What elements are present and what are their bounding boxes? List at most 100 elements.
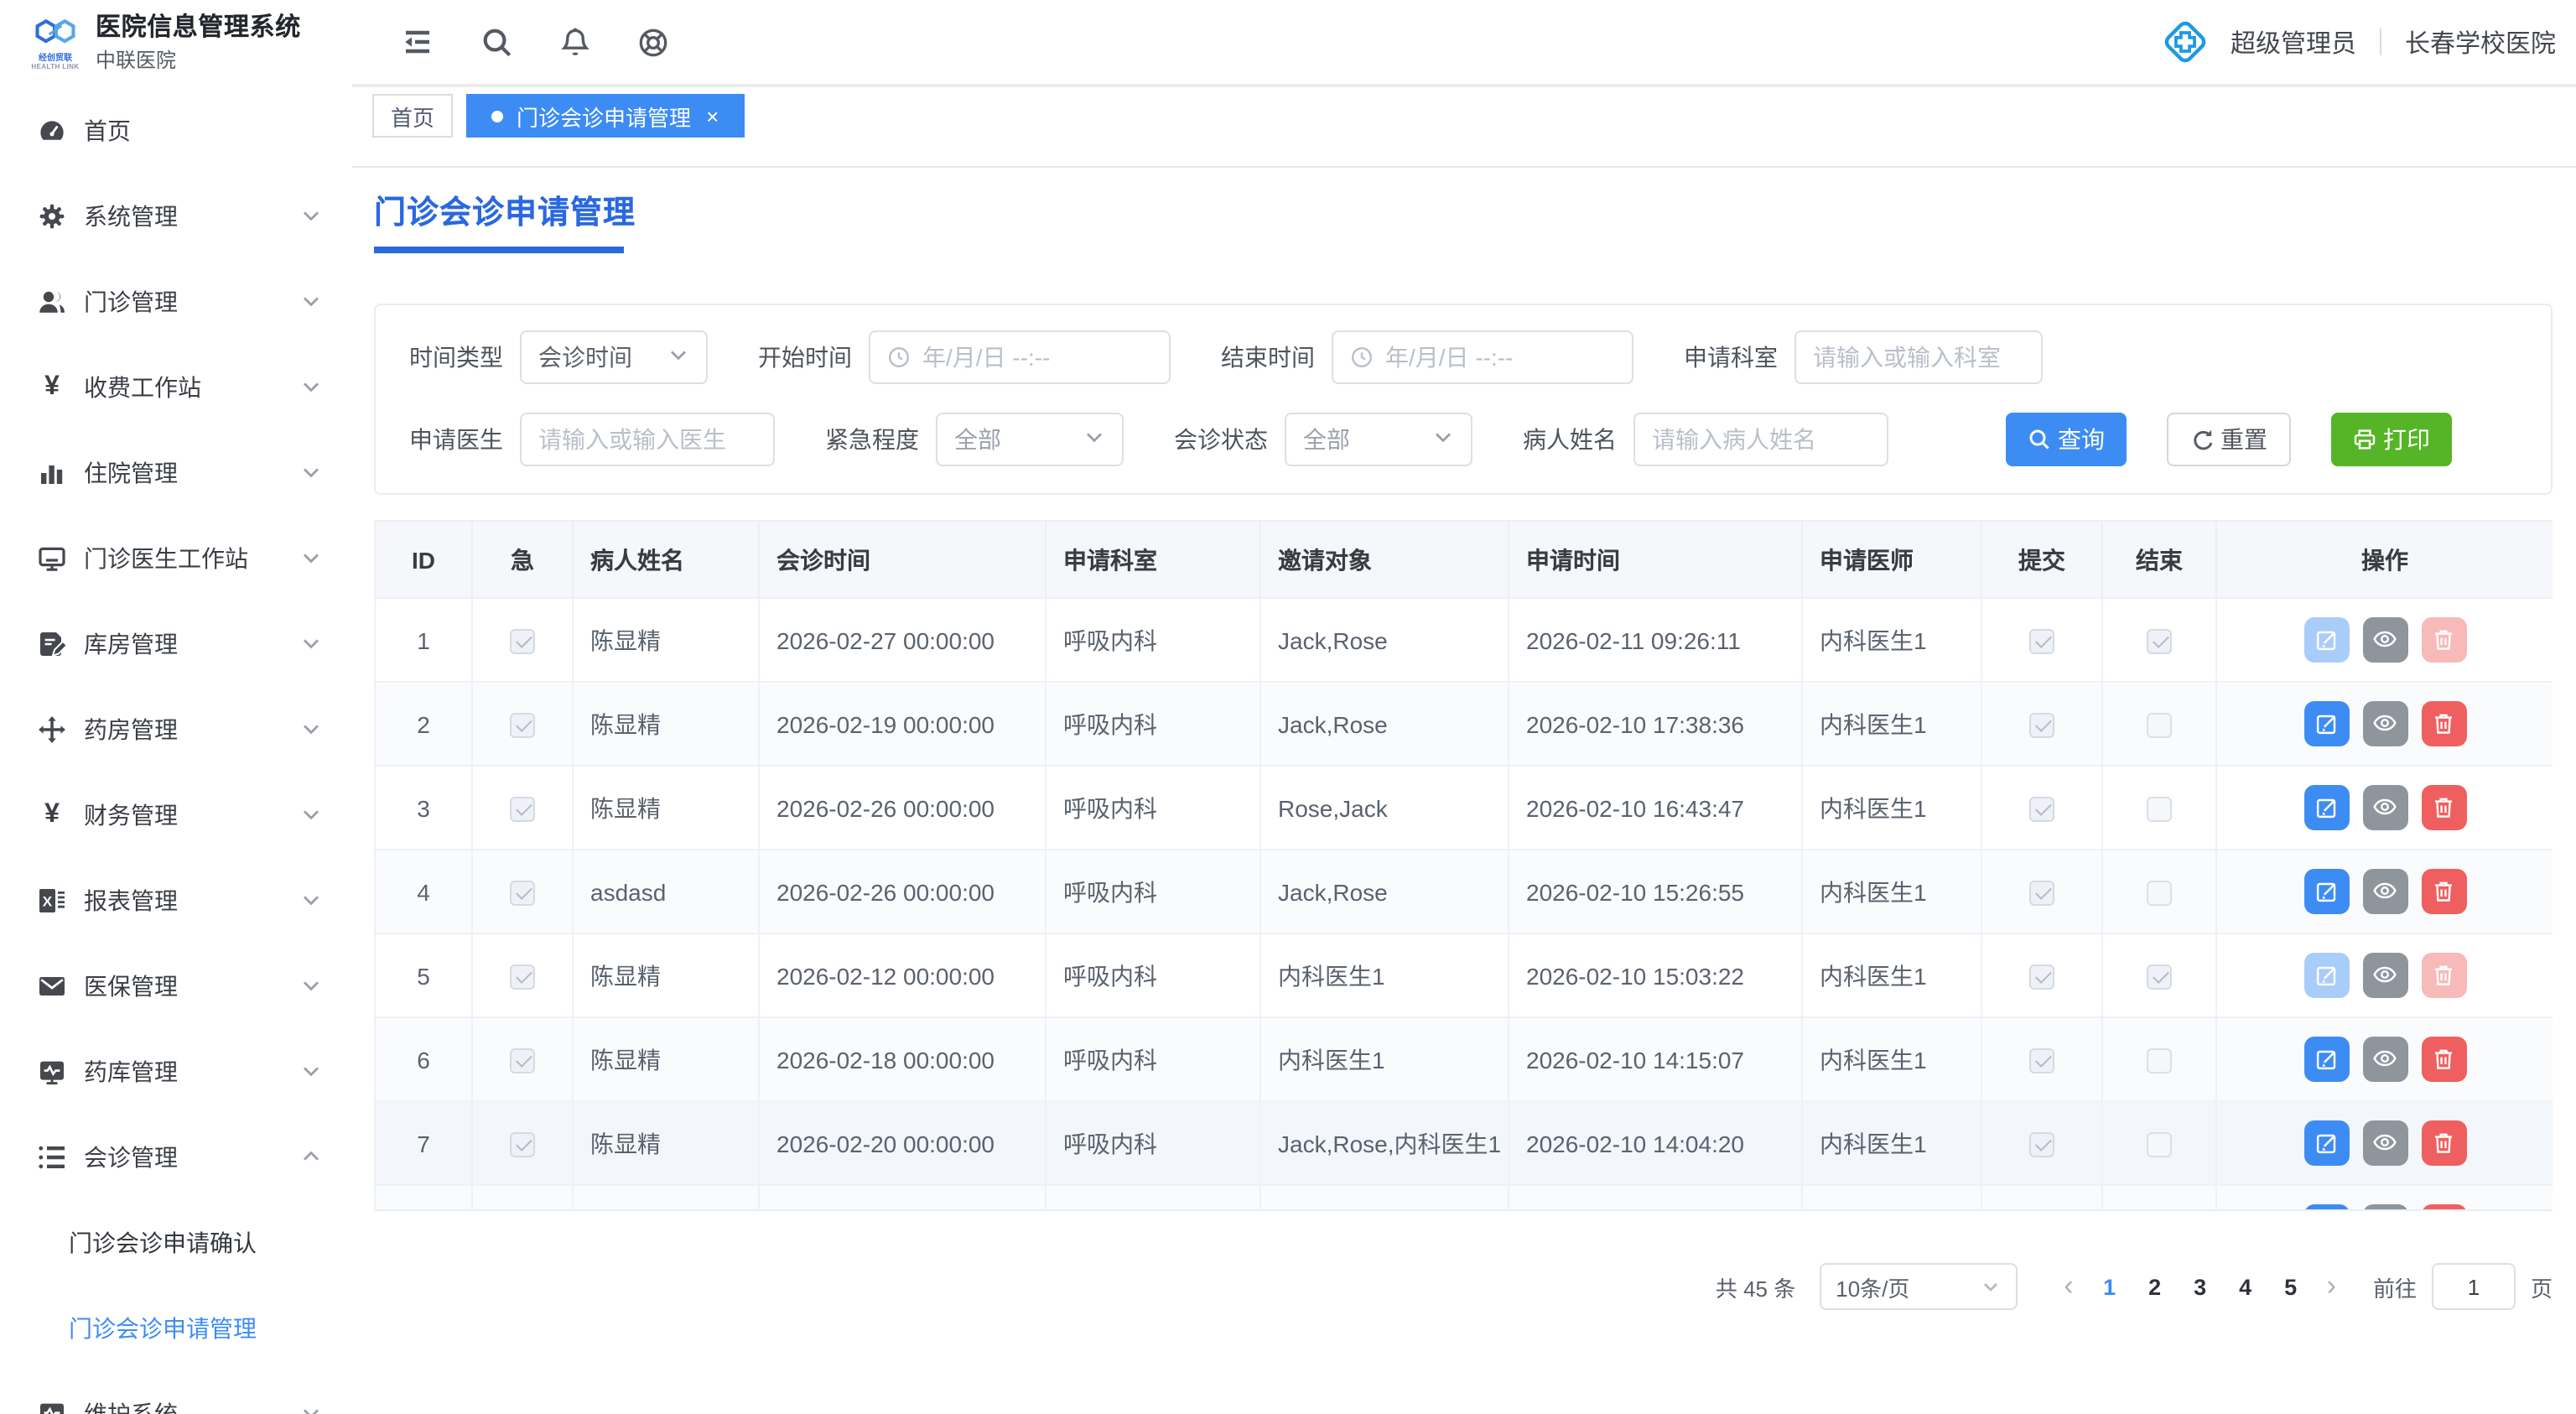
cell-patient-name: asdasd bbox=[573, 850, 759, 933]
search-icon[interactable] bbox=[480, 24, 515, 60]
ended-checkbox[interactable] bbox=[2147, 964, 2172, 990]
view-button[interactable] bbox=[2362, 1120, 2407, 1166]
ended-checkbox[interactable] bbox=[2147, 1048, 2172, 1073]
sidebar-item-outpatient-doctor-workstation[interactable]: 门诊医生工作站 bbox=[0, 515, 352, 600]
urgent-checkbox[interactable] bbox=[510, 629, 535, 654]
search-button[interactable]: 查询 bbox=[2006, 413, 2127, 466]
urgent-checkbox[interactable] bbox=[510, 797, 535, 822]
hospital-name[interactable]: 长春学校医院 bbox=[2405, 24, 2556, 60]
start-time-input[interactable]: 年/月/日 --:-- bbox=[869, 330, 1171, 384]
sidebar-subitem-outpatient-consultation-apply-manage[interactable]: 门诊会诊申请管理 bbox=[0, 1285, 352, 1370]
view-button[interactable] bbox=[2362, 701, 2407, 746]
tab-home[interactable]: 首页 bbox=[372, 94, 453, 138]
delete-button[interactable] bbox=[2421, 1121, 2466, 1167]
next-page-button[interactable]: › bbox=[2314, 1270, 2350, 1303]
sidebar-item-finance-management[interactable]: ¥财务管理 bbox=[0, 772, 352, 857]
sidebar-item-storehouse-management[interactable]: 库房管理 bbox=[0, 600, 352, 686]
goto-page-input[interactable]: 1 bbox=[2432, 1263, 2516, 1310]
cell-apply-dept: 呼吸内科 bbox=[1046, 766, 1260, 850]
bell-icon[interactable] bbox=[558, 24, 592, 60]
user-role[interactable]: 超级管理员 bbox=[2231, 24, 2356, 60]
delete-button[interactable] bbox=[2421, 618, 2466, 663]
prev-page-button[interactable]: ‹ bbox=[2050, 1270, 2086, 1303]
submitted-checkbox[interactable] bbox=[2029, 713, 2054, 738]
submitted-checkbox[interactable] bbox=[2029, 797, 2054, 822]
submitted-checkbox[interactable] bbox=[2029, 1048, 2054, 1073]
edit-button[interactable] bbox=[2303, 702, 2349, 747]
page-number-4[interactable]: 4 bbox=[2223, 1274, 2268, 1299]
view-button[interactable] bbox=[2362, 1037, 2407, 1082]
submitted-checkbox[interactable] bbox=[2029, 629, 2054, 654]
edit-button[interactable] bbox=[2303, 1121, 2349, 1167]
sidebar-item-home[interactable]: 首页 bbox=[0, 87, 352, 173]
sidebar-subitem-outpatient-consultation-apply-confirm[interactable]: 门诊会诊申请确认 bbox=[0, 1199, 352, 1285]
edit-button[interactable] bbox=[2303, 870, 2349, 915]
page-size-value: 10条/页 bbox=[1836, 1271, 1909, 1302]
sidebar-item-pharmacy-management[interactable]: 药房管理 bbox=[0, 686, 352, 772]
time-type-select[interactable]: 会诊时间 bbox=[520, 330, 708, 384]
sidebar-item-medical-insurance-management[interactable]: 医保管理 bbox=[0, 943, 352, 1028]
delete-button[interactable] bbox=[2421, 786, 2466, 831]
patient-name-input[interactable]: 请输入病人姓名 bbox=[1633, 413, 1888, 466]
submitted-checkbox[interactable] bbox=[2029, 881, 2054, 906]
submitted-checkbox[interactable] bbox=[2029, 964, 2054, 990]
urgent-checkbox[interactable] bbox=[510, 1132, 535, 1157]
sidebar-item-maintenance-system[interactable]: 维护系统 bbox=[0, 1370, 352, 1414]
submitted-checkbox[interactable] bbox=[2029, 1132, 2054, 1157]
chevron-down-icon bbox=[300, 461, 322, 483]
view-button[interactable] bbox=[2362, 953, 2407, 998]
sidebar-item-inpatient-management[interactable]: 住院管理 bbox=[0, 429, 352, 515]
view-button[interactable] bbox=[2362, 785, 2407, 830]
reset-button[interactable]: 重置 bbox=[2167, 413, 2291, 466]
delete-button[interactable] bbox=[2421, 1205, 2466, 1212]
app-title: 医院信息管理系统 bbox=[96, 13, 301, 43]
ended-checkbox[interactable] bbox=[2147, 797, 2172, 822]
chevron-up-icon bbox=[300, 1146, 322, 1167]
apply-dept-input[interactable]: 请输入或输入科室 bbox=[1794, 330, 2043, 384]
delete-button[interactable] bbox=[2421, 1037, 2466, 1083]
ended-checkbox[interactable] bbox=[2147, 713, 2172, 738]
collapse-sidebar-icon[interactable] bbox=[399, 25, 436, 59]
edit-button[interactable] bbox=[2303, 1205, 2349, 1212]
page-number-3[interactable]: 3 bbox=[2178, 1274, 2223, 1299]
edit-button[interactable] bbox=[2303, 1037, 2349, 1083]
delete-button[interactable] bbox=[2421, 870, 2466, 915]
edit-button[interactable] bbox=[2303, 618, 2349, 663]
input-placeholder: 请输入病人姓名 bbox=[1652, 423, 1816, 456]
apply-doctor-input[interactable]: 请输入或输入医生 bbox=[520, 413, 775, 466]
delete-button[interactable] bbox=[2421, 954, 2466, 999]
page-number-5[interactable]: 5 bbox=[2268, 1274, 2314, 1299]
tab-outpatient-consultation-apply-manage[interactable]: 门诊会诊申请管理× bbox=[466, 94, 744, 138]
tab-close-icon[interactable]: × bbox=[706, 103, 719, 128]
cell-apply-doctor bbox=[1802, 1185, 1981, 1211]
urgent-checkbox[interactable] bbox=[510, 881, 535, 906]
sidebar-item-drug-storage-management[interactable]: 药库管理 bbox=[0, 1028, 352, 1114]
urgent-checkbox[interactable] bbox=[510, 1048, 535, 1073]
page-number-1[interactable]: 1 bbox=[2087, 1274, 2132, 1299]
page-size-select[interactable]: 10条/页 bbox=[1819, 1263, 2017, 1310]
sidebar-item-charging-workstation[interactable]: ¥收费工作站 bbox=[0, 344, 352, 429]
consult-status-select[interactable]: 全部 bbox=[1285, 413, 1472, 466]
end-time-input[interactable]: 年/月/日 --:-- bbox=[1332, 330, 1633, 384]
view-button[interactable] bbox=[2362, 869, 2407, 914]
sidebar-item-system-management[interactable]: 系统管理 bbox=[0, 173, 352, 258]
help-ring-icon[interactable] bbox=[636, 24, 671, 60]
ended-checkbox[interactable] bbox=[2147, 1132, 2172, 1157]
delete-button[interactable] bbox=[2421, 702, 2466, 747]
urgency-select[interactable]: 全部 bbox=[936, 413, 1124, 466]
view-button[interactable] bbox=[2362, 1204, 2407, 1212]
view-button[interactable] bbox=[2362, 617, 2407, 663]
sidebar-item-consultation-management[interactable]: 会诊管理 bbox=[0, 1114, 352, 1199]
edit-button[interactable] bbox=[2303, 786, 2349, 831]
ended-checkbox[interactable] bbox=[2147, 881, 2172, 906]
ended-checkbox[interactable] bbox=[2147, 629, 2172, 654]
urgent-checkbox[interactable] bbox=[510, 964, 535, 990]
cell-urgent bbox=[472, 682, 573, 766]
sidebar-item-outpatient-management[interactable]: 门诊管理 bbox=[0, 258, 352, 344]
table-row: 2陈显精2026-02-19 00:00:00呼吸内科Jack,Rose2026… bbox=[375, 682, 2553, 766]
edit-button[interactable] bbox=[2303, 954, 2349, 999]
page-number-2[interactable]: 2 bbox=[2132, 1274, 2178, 1299]
urgent-checkbox[interactable] bbox=[510, 713, 535, 738]
sidebar-item-report-management[interactable]: X报表管理 bbox=[0, 857, 352, 943]
print-button[interactable]: 打印 bbox=[2331, 413, 2452, 466]
